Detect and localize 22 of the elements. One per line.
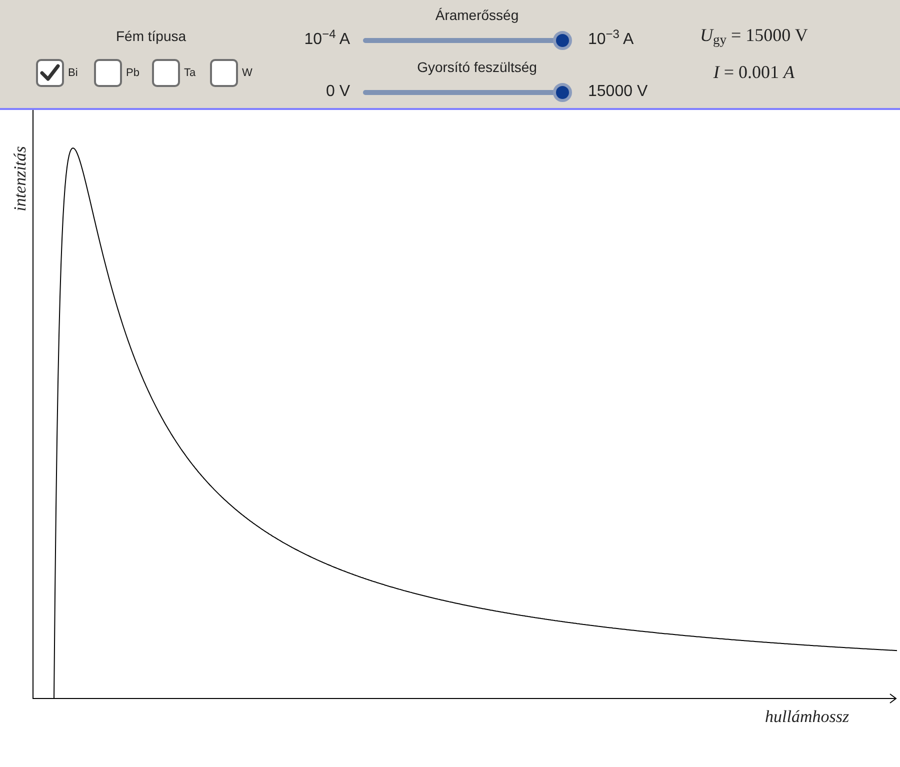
slider-thumb[interactable] xyxy=(553,30,572,50)
slider-max-label: 10$^{−3}$ A xyxy=(587,28,635,50)
voltage-readout: U$_{gy}$ = 15000 V xyxy=(700,24,808,49)
slider-min-label: 10$^{−4}$ A xyxy=(303,28,350,50)
x-axis-label: hullámhossz xyxy=(765,706,850,728)
checkbox-label: Ta xyxy=(184,66,197,81)
checkbox-label: W xyxy=(242,66,254,81)
slider-title: Áramerősség xyxy=(435,6,519,24)
checkbox-label: Pb xyxy=(126,66,140,81)
slider-min-label: 0 V xyxy=(324,82,350,102)
slider-max-label: 15000 V xyxy=(587,82,649,102)
slider-title: Gyorsító feszültség xyxy=(417,58,537,76)
checkmark-icon xyxy=(40,64,60,82)
metal-type-title: Fém típusa xyxy=(116,27,186,46)
current-readout: I = 0.001 A xyxy=(713,61,794,84)
checkbox[interactable] xyxy=(94,59,122,87)
checkbox[interactable] xyxy=(210,59,238,87)
checkbox[interactable] xyxy=(152,59,180,87)
y-axis-label: intenzitás xyxy=(9,145,30,214)
slider-thumb[interactable] xyxy=(553,82,572,102)
checkbox[interactable] xyxy=(36,59,64,87)
checkbox-label: Bi xyxy=(68,66,79,81)
